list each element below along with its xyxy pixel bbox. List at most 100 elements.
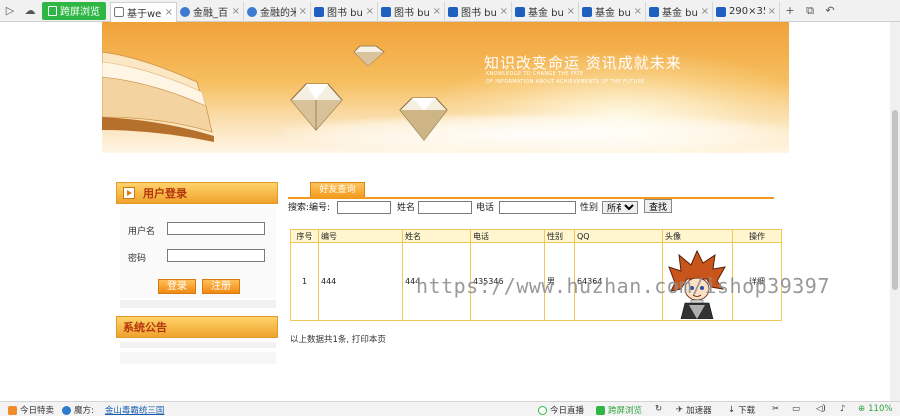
split-screen-label: 跨屏浏览 (60, 7, 100, 18)
daily-deals-link[interactable]: 今日特卖 (8, 404, 54, 416)
id-search-label: 搜索:编号: (288, 203, 331, 213)
undo-close-icon[interactable]: ↶ (820, 0, 840, 22)
diamond-medium-icon (399, 97, 448, 141)
new-tab-button[interactable]: + (780, 0, 800, 22)
tab-favicon-icon (180, 6, 190, 17)
tab-label: 基金 bu (528, 8, 564, 19)
play-icon (538, 405, 547, 415)
tab-close-icon[interactable]: × (634, 6, 642, 17)
table-summary: 以上数据共1条, 打印本页 (290, 335, 386, 345)
browser-tab[interactable]: 金融的米× (244, 1, 311, 22)
left-panel: 用户登录 用户名 密码 登录 注册 系统公告 (112, 178, 280, 401)
tab-label: 基于web (127, 8, 162, 20)
browser-tab[interactable]: 金融_百 × (177, 1, 244, 22)
banner-english-line1: KNOWLEDGE TO CHANGE THE FATE (486, 71, 584, 77)
site-banner: 知识改变命运 资讯成就未来 KNOWLEDGE TO CHANGE THE FA… (102, 22, 789, 153)
password-label: 密码 (128, 254, 147, 264)
watermark-text: https://www.huzhan.com/ishop39397 (416, 274, 830, 298)
tab-label: 图书 bu (394, 8, 430, 19)
notice-title: 系统公告 (123, 321, 167, 334)
cloud-icon[interactable]: ☁ (20, 0, 40, 22)
column-header: 操作 (732, 229, 782, 243)
column-header: 头像 (662, 229, 733, 243)
login-title: 用户登录 (143, 187, 187, 200)
live-button[interactable]: 今日直播 (538, 404, 584, 416)
name-search-input[interactable] (418, 201, 472, 214)
tab-label: 基金 bu (595, 8, 631, 19)
username-input[interactable] (167, 222, 265, 235)
search-button[interactable]: 查找 (644, 199, 673, 213)
promo-link[interactable]: 金山毒霸统三国 (105, 404, 165, 416)
screenshot-icon[interactable]: ✂ (772, 404, 779, 414)
tab-close-icon[interactable]: × (299, 6, 307, 17)
tab-label: 图书 bu (327, 8, 363, 19)
notice-panel-header: 系统公告 (116, 316, 278, 338)
sidebar-toggle-icon[interactable]: ▷ (0, 0, 20, 22)
tab-favicon-icon (314, 6, 324, 17)
promo-area: 魔方: 金山毒霸统三国 (62, 404, 164, 416)
diamond-large-icon (290, 83, 343, 131)
tab-favicon-icon (247, 6, 257, 17)
refresh-icon[interactable]: ↻ (655, 404, 662, 414)
login-button[interactable]: 登录 (158, 279, 196, 294)
browser-tab[interactable]: 基于web× (110, 1, 177, 22)
cell-seq: 1 (290, 242, 319, 321)
search-form: 搜索:编号: 姓名 电话 性别 所有 查找 (288, 199, 788, 217)
tab-friend-search[interactable]: 好友查询 (310, 182, 365, 198)
browser-tab[interactable]: 基金 bu × (579, 1, 646, 22)
gift-icon (8, 405, 17, 415)
username-label: 用户名 (128, 227, 156, 237)
accelerator-button[interactable]: ✈ 加速器 (676, 404, 712, 416)
zoom-control[interactable]: ⊕ 110% (858, 404, 892, 414)
tab-close-icon[interactable]: × (165, 7, 173, 18)
tab-close-icon[interactable]: × (768, 6, 776, 17)
tab-close-icon[interactable]: × (500, 6, 508, 17)
tab-close-icon[interactable]: × (232, 6, 240, 17)
column-header: 性别 (544, 229, 575, 243)
tab-close-icon[interactable]: × (701, 6, 709, 17)
browser-tab[interactable]: 图书 bu × (445, 1, 512, 22)
browser-tab-bar: ▷ ☁ 跨屏浏览 基于web×金融_百×金融的米×图书 bu×图书 bu×图书 … (0, 0, 900, 22)
tab-strip: 基于web×金融_百×金融的米×图书 bu×图书 bu×图书 bu×基金 bu×… (110, 0, 780, 22)
banner-slogan: 知识改变命运 资讯成就未来 (484, 54, 682, 72)
login-form: 用户名 密码 (120, 208, 276, 298)
browser-tab[interactable]: 基金 bu × (646, 1, 713, 22)
tab-label: 图书 bu (461, 8, 497, 19)
zoom-icon: ⊕ (858, 404, 866, 414)
diamond-small-icon (353, 45, 385, 67)
phone-search-input[interactable] (499, 201, 576, 214)
column-header: 电话 (470, 229, 545, 243)
tab-favicon-icon (515, 6, 525, 17)
download-icon: ↓ (728, 405, 736, 415)
page-scrollbar[interactable] (890, 22, 900, 401)
browser-tab[interactable]: 图书 bu × (311, 1, 378, 22)
column-header: QQ (574, 229, 663, 243)
register-button[interactable]: 注册 (202, 279, 240, 294)
tab-close-icon[interactable]: × (433, 6, 441, 17)
browser-tab[interactable]: 290×350× (713, 1, 780, 22)
download-button[interactable]: ↓ 下载 (728, 404, 755, 416)
tab-label: 金融的米 (260, 8, 296, 19)
table-header-row: 序号 编号 姓名 电话 性别 QQ 头像 操作 (290, 229, 782, 243)
tab-favicon-icon (716, 6, 726, 17)
password-input[interactable] (167, 249, 265, 262)
browser-tab[interactable]: 基金 bu × (512, 1, 579, 22)
tab-favicon-icon (448, 6, 458, 17)
tab-close-icon[interactable]: × (567, 6, 575, 17)
column-header: 序号 (290, 229, 319, 243)
split-view-button[interactable]: 跨屏浏览 (596, 404, 642, 416)
banner-artwork (102, 45, 448, 142)
gender-select[interactable]: 所有 (602, 201, 638, 214)
split-screen-button[interactable]: 跨屏浏览 (42, 1, 106, 20)
tab-close-icon[interactable]: × (366, 6, 374, 17)
arrow-box-icon (123, 187, 135, 199)
sound-icon[interactable]: ♪ (840, 404, 845, 414)
column-header: 编号 (318, 229, 403, 243)
folder-icon[interactable]: ▭ (792, 404, 800, 414)
tab-favicon-icon (649, 6, 659, 17)
cell-id: 444 (318, 242, 403, 321)
restore-windows-icon[interactable]: ⧉ (800, 0, 820, 22)
browser-tab[interactable]: 图书 bu × (378, 1, 445, 22)
volume-icon[interactable]: ◁) (816, 404, 826, 414)
id-search-input[interactable] (337, 201, 391, 214)
